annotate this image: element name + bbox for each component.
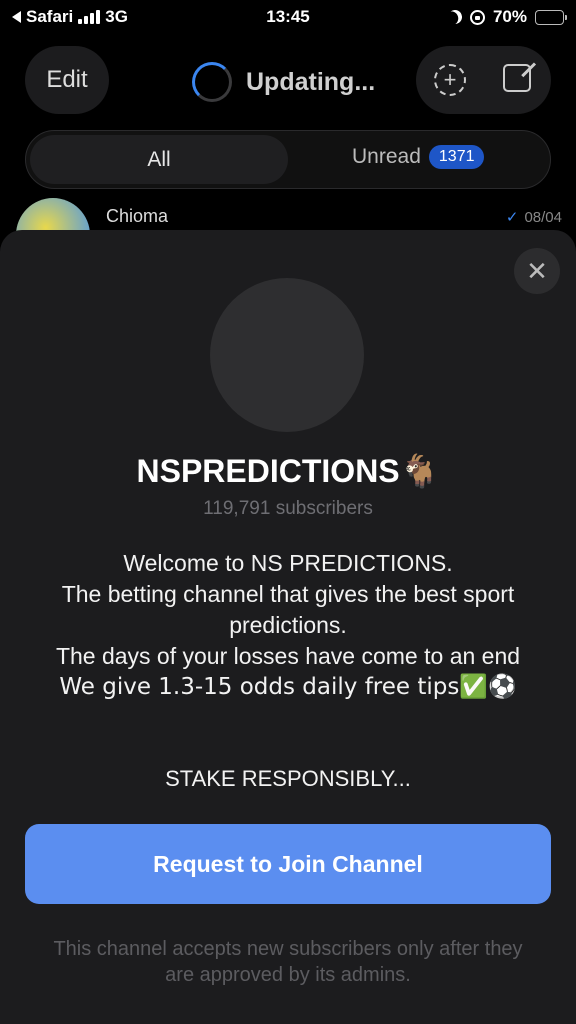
description-line: Welcome to NS PREDICTIONS. xyxy=(123,550,453,576)
chat-filter-segment: All Unread 1371 xyxy=(25,130,551,189)
channel-preview-sheet: ✕ NSPREDICTIONS🐐 119,791 subscribers Wel… xyxy=(0,230,576,1024)
close-icon: ✕ xyxy=(526,255,548,286)
tab-all[interactable]: All xyxy=(30,135,288,184)
status-bar: Safari 3G 13:45 70% xyxy=(0,0,576,34)
battery-percent: 70% xyxy=(492,7,527,26)
nav-header: Edit Updating... + xyxy=(0,46,576,114)
tab-unread[interactable]: Unread 1371 xyxy=(352,145,485,169)
nav-title-wrap: Updating... xyxy=(192,62,375,102)
description-line: The betting channel that gives the best … xyxy=(61,581,515,638)
page-title: Updating... xyxy=(246,67,376,96)
channel-name-wrap: NSPREDICTIONS🐐 xyxy=(0,452,576,490)
request-join-button[interactable]: Request to Join Channel xyxy=(25,824,551,904)
nav-actions: + xyxy=(416,46,551,114)
close-button[interactable]: ✕ xyxy=(514,248,560,294)
chat-date: 08/04 xyxy=(524,209,562,226)
approval-note: This channel accepts new subscribers onl… xyxy=(53,938,523,986)
unread-count-badge: 1371 xyxy=(428,145,485,169)
channel-description: Welcome to NS PREDICTIONS. The betting c… xyxy=(30,548,546,703)
read-check-icon: ✓ xyxy=(505,209,519,226)
channel-avatar xyxy=(210,278,364,432)
description-line: We give 1.3-15 odds daily free tips✅⚽ xyxy=(59,674,517,700)
rotation-lock-icon xyxy=(469,9,485,25)
description-line: The days of your losses have come to an … xyxy=(55,643,521,669)
chat-date-wrap: ✓ 08/04 xyxy=(506,208,562,226)
add-story-icon[interactable]: + xyxy=(434,64,466,96)
goat-emoji: 🐐 xyxy=(399,452,440,490)
status-right: 70% xyxy=(446,7,567,27)
compose-icon[interactable] xyxy=(503,64,531,92)
battery-icon xyxy=(535,9,567,25)
edit-button[interactable]: Edit xyxy=(25,46,109,114)
stake-notice: STAKE RESPONSIBLY... xyxy=(165,766,411,791)
tab-unread-label: Unread xyxy=(352,145,421,168)
channel-name: NSPREDICTIONS xyxy=(136,453,400,489)
loading-spinner-icon xyxy=(192,62,232,102)
chat-name: Chioma xyxy=(106,206,169,226)
moon-icon xyxy=(446,8,464,26)
subscriber-count: 119,791 subscribers xyxy=(203,498,373,519)
